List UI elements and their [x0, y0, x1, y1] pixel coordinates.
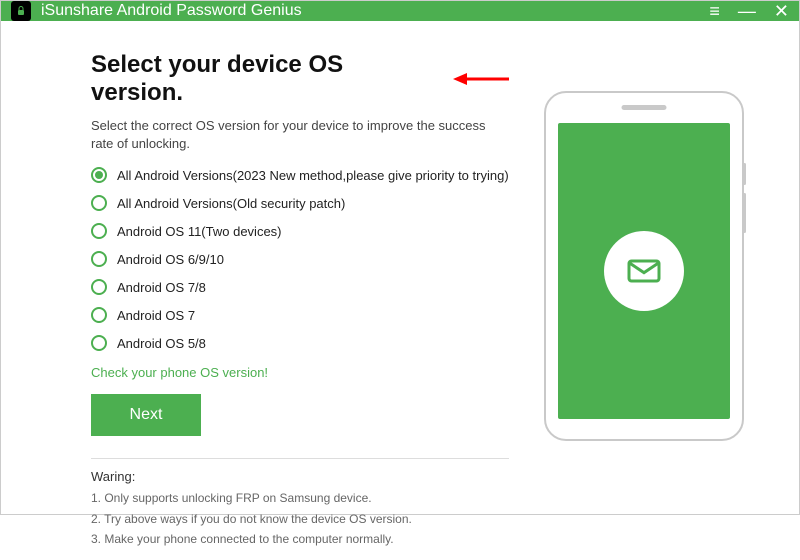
radio-label: Android OS 7/8: [117, 280, 206, 295]
page-title: Select your device OS version.: [91, 51, 441, 107]
radio-label: Android OS 6/9/10: [117, 252, 224, 267]
window-controls: ≡ — ✕: [709, 2, 789, 20]
os-option-4[interactable]: Android OS 7/8: [91, 279, 509, 295]
warning-block: Waring: 1. Only supports unlocking FRP o…: [91, 469, 509, 549]
radio-icon: [91, 307, 107, 323]
titlebar: iSunshare Android Password Genius ≡ — ✕: [1, 1, 799, 21]
divider: [91, 458, 509, 459]
warning-item: 3. Make your phone connected to the comp…: [91, 529, 509, 549]
right-panel: [529, 51, 759, 550]
mail-icon: [624, 251, 664, 291]
heading-row: Select your device OS version.: [91, 51, 509, 107]
warning-title: Waring:: [91, 469, 509, 484]
os-option-5[interactable]: Android OS 7: [91, 307, 509, 323]
radio-label: Android OS 5/8: [117, 336, 206, 351]
page-subtitle: Select the correct OS version for your d…: [91, 117, 491, 153]
app-window: iSunshare Android Password Genius ≡ — ✕ …: [0, 0, 800, 515]
check-os-link[interactable]: Check your phone OS version!: [91, 365, 268, 380]
os-option-1[interactable]: All Android Versions(Old security patch): [91, 195, 509, 211]
radio-label: Android OS 11(Two devices): [117, 224, 282, 239]
next-button[interactable]: Next: [91, 394, 201, 436]
minimize-icon[interactable]: —: [738, 2, 756, 20]
attention-arrow-icon: [453, 69, 509, 89]
phone-illustration: [544, 91, 744, 441]
phone-speaker-icon: [622, 105, 667, 110]
left-panel: Select your device OS version. Select th…: [91, 51, 529, 550]
phone-side-button-icon: [743, 193, 746, 233]
radio-icon: [91, 335, 107, 351]
radio-icon: [91, 195, 107, 211]
os-options-group: All Android Versions(2023 New method,ple…: [91, 167, 509, 351]
radio-icon: [91, 251, 107, 267]
menu-icon[interactable]: ≡: [709, 2, 720, 20]
os-option-2[interactable]: Android OS 11(Two devices): [91, 223, 509, 239]
radio-icon: [91, 167, 107, 183]
phone-side-button-icon: [743, 163, 746, 185]
app-title: iSunshare Android Password Genius: [41, 2, 709, 20]
os-option-0[interactable]: All Android Versions(2023 New method,ple…: [91, 167, 509, 183]
radio-icon: [91, 223, 107, 239]
content-area: Select your device OS version. Select th…: [1, 21, 799, 560]
radio-icon: [91, 279, 107, 295]
radio-label: All Android Versions(Old security patch): [117, 196, 345, 211]
warning-item: 1. Only supports unlocking FRP on Samsun…: [91, 488, 509, 508]
mail-circle: [604, 231, 684, 311]
app-logo-icon: [11, 1, 31, 21]
close-icon[interactable]: ✕: [774, 2, 789, 20]
os-option-3[interactable]: Android OS 6/9/10: [91, 251, 509, 267]
os-option-6[interactable]: Android OS 5/8: [91, 335, 509, 351]
warning-item: 2. Try above ways if you do not know the…: [91, 509, 509, 529]
radio-label: Android OS 7: [117, 308, 195, 323]
phone-screen: [558, 123, 730, 419]
radio-label: All Android Versions(2023 New method,ple…: [117, 168, 509, 183]
